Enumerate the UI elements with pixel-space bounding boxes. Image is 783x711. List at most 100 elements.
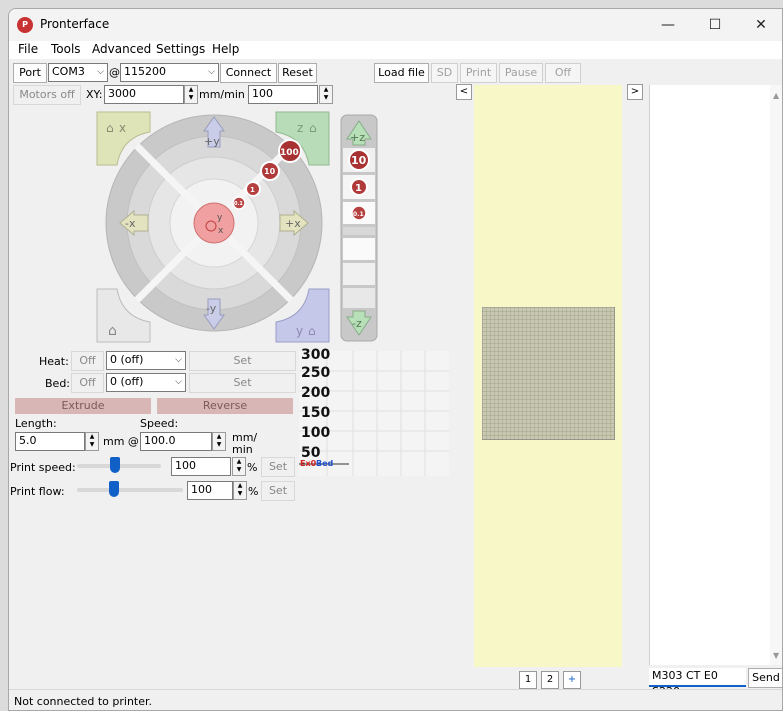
port-select[interactable]: COM3 ⌵ (48, 63, 108, 82)
plate-grid (482, 307, 615, 440)
mm-min-label-2: min (232, 443, 253, 456)
print-flow-input[interactable]: 100 (187, 481, 233, 500)
chevron-down-icon: ⌵ (175, 355, 182, 365)
bed-temp-select[interactable]: 0 (off) ⌵ (106, 373, 186, 392)
speed-spinner[interactable]: ▲ ▼ (212, 432, 226, 451)
length-input[interactable]: 5.0 (15, 432, 85, 451)
menu-advanced[interactable]: Advanced (92, 42, 151, 56)
sd-button[interactable]: SD (431, 63, 458, 83)
menu-file[interactable]: File (18, 42, 38, 56)
at-label: @ (109, 66, 120, 79)
collapse-right-button[interactable]: > (627, 84, 643, 100)
print-flow-set-button[interactable]: Set (261, 481, 295, 501)
print-speed-spinner[interactable]: ▲ ▼ (232, 457, 246, 476)
off-button[interactable]: Off (545, 63, 581, 83)
bed-temp-value: 0 (off) (110, 375, 144, 388)
status-bar: Not connected to printer. (9, 689, 782, 710)
app-icon: P (17, 17, 33, 33)
close-button[interactable]: ✕ (738, 9, 782, 41)
z-cell-down-10[interactable] (343, 263, 375, 285)
extrude-button[interactable]: Extrude (15, 398, 151, 414)
menu-help[interactable]: Help (212, 42, 239, 56)
build-plate-view[interactable] (474, 85, 622, 667)
home-z-icon: ⌂ (309, 121, 317, 135)
speed-input[interactable]: 100.0 (140, 432, 212, 451)
chevron-down-icon: ⌵ (175, 377, 182, 387)
print-speed-input[interactable]: 100 (171, 457, 231, 476)
send-button[interactable]: Send (748, 668, 782, 688)
baud-select[interactable]: 115200 ⌵ (120, 63, 219, 82)
z-cell-down-1[interactable] (343, 238, 375, 260)
heat-temp-select[interactable]: 0 (off) ⌵ (106, 351, 186, 370)
step-1-label: 1 (250, 186, 255, 194)
step-10-label: 10 (264, 167, 276, 176)
print-speed-slider-thumb[interactable] (110, 457, 120, 473)
scroll-down-icon[interactable]: ▼ (773, 651, 779, 660)
plus-x-label: +x (285, 217, 301, 230)
print-flow-label: Print flow: (10, 485, 65, 498)
print-speed-set-button[interactable]: Set (261, 457, 295, 477)
console-log[interactable]: ▲ ▼ (649, 85, 782, 665)
xy-feedrate-spinner[interactable]: ▲ ▼ (184, 85, 198, 104)
command-input[interactable]: M303 CT E0 S220 (649, 668, 746, 698)
jog-center-button[interactable] (193, 202, 235, 244)
plus-y-label: +y (204, 135, 220, 148)
connect-button[interactable]: Connect (220, 63, 277, 83)
temp-graph: 300 250 200 150 100 50 Ex0 Bed (299, 347, 449, 476)
home-y-icon: ⌂ (308, 324, 316, 338)
load-file-button[interactable]: Load file (374, 63, 429, 83)
z-cell-down-100[interactable] (343, 288, 375, 308)
z-feedrate-input[interactable]: 100 (248, 85, 318, 104)
console-scrollbar[interactable]: ▲ ▼ (770, 85, 782, 665)
chevron-down-icon: ⌵ (97, 67, 104, 77)
menu-settings[interactable]: Settings (156, 42, 205, 56)
reset-button[interactable]: Reset (278, 63, 317, 83)
print-flow-slider-track[interactable] (77, 488, 183, 492)
graph-tick-250: 250 (301, 365, 331, 381)
motors-off-button[interactable]: Motors off (13, 85, 81, 105)
print-button[interactable]: Print (460, 63, 497, 83)
graph-tick-100: 100 (301, 425, 331, 441)
print-speed-label: Print speed: (10, 461, 76, 474)
xy-feedrate-input[interactable]: 3000 (104, 85, 184, 104)
print-speed-percent: % (247, 461, 258, 474)
page-1-button[interactable]: 1 (519, 671, 537, 689)
heat-off-button[interactable]: Off (71, 351, 104, 371)
add-page-button[interactable]: + (563, 671, 581, 689)
xy-jog-control[interactable]: ⌂ x z ⌂ ⌂ y ⌂ +y -y -x +x 100 10 1 0.1 y… (92, 107, 332, 347)
center-y-label: y (217, 213, 223, 223)
scroll-up-icon[interactable]: ▲ (773, 91, 779, 100)
chevron-down-icon: ⌵ (208, 67, 215, 77)
print-flow-spinner[interactable]: ▲ ▼ (233, 481, 247, 500)
plus-z-label: +z (350, 131, 365, 144)
minus-z-label: -z (352, 317, 362, 330)
reverse-button[interactable]: Reverse (157, 398, 293, 414)
port-button[interactable]: Port (13, 63, 47, 83)
step-100-label: 100 (280, 148, 299, 158)
print-flow-slider-thumb[interactable] (109, 481, 119, 497)
status-text: Not connected to printer. (14, 695, 153, 708)
heat-set-button[interactable]: Set (189, 351, 296, 371)
z-jog-control[interactable]: +z 10 1 0.1 -z (339, 113, 381, 345)
mm-at-label: mm @ (103, 435, 139, 448)
bed-off-button[interactable]: Off (71, 373, 104, 393)
minimize-button[interactable]: — (645, 9, 691, 41)
z-cell-down-01[interactable] (343, 227, 375, 235)
menu-tools[interactable]: Tools (51, 42, 81, 56)
port-value: COM3 (52, 65, 85, 78)
pause-button[interactable]: Pause (499, 63, 543, 83)
z1-label: 1 (355, 183, 362, 194)
page-2-button[interactable]: 2 (541, 671, 559, 689)
maximize-button[interactable]: ☐ (692, 9, 738, 41)
home-x-label: x (119, 121, 126, 135)
length-spinner[interactable]: ▲ ▼ (85, 432, 99, 451)
step-01-label: 0.1 (234, 201, 243, 207)
minus-x-label: -x (125, 217, 136, 230)
collapse-left-button[interactable]: < (456, 84, 472, 100)
heat-temp-value: 0 (off) (110, 353, 144, 366)
home-all-icon: ⌂ (108, 323, 117, 339)
z-feedrate-spinner[interactable]: ▲ ▼ (319, 85, 333, 104)
title-bar: P Pronterface — ☐ ✕ (9, 9, 782, 41)
bed-set-button[interactable]: Set (189, 373, 296, 393)
graph-legend-bed: Bed (316, 459, 334, 468)
